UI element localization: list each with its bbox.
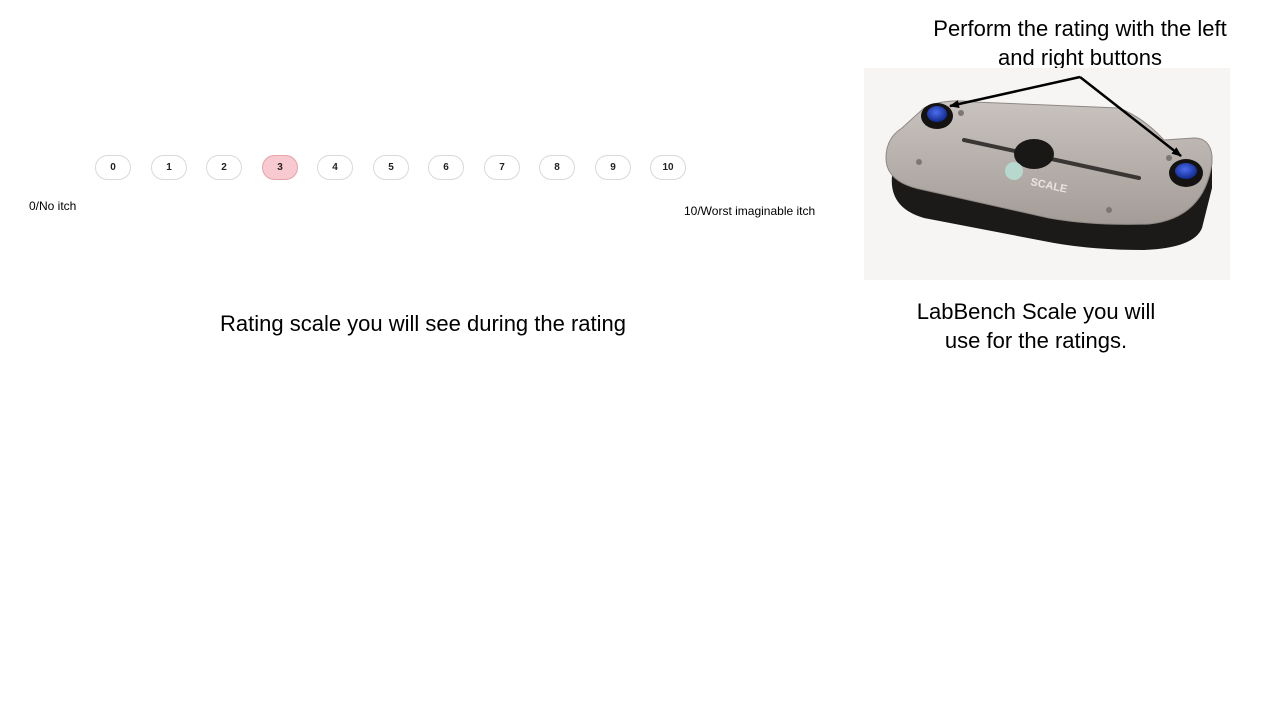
rating-option-7[interactable]: 7 — [484, 155, 520, 180]
high-anchor-label: 10/Worst imaginable itch — [684, 204, 816, 218]
instruction-text: Perform the rating with the left and rig… — [933, 16, 1227, 70]
rating-option-1[interactable]: 1 — [151, 155, 187, 180]
rating-scale-caption: Rating scale you will see during the rat… — [220, 311, 627, 336]
low-anchor-label: 0/No itch — [29, 199, 77, 213]
labbench-scale-device-image: SCALE — [864, 68, 1230, 280]
rating-option-8[interactable]: 8 — [539, 155, 575, 180]
rating-option-9[interactable]: 9 — [595, 155, 631, 180]
rating-option-3[interactable]: 3 — [262, 155, 298, 180]
device-caption: LabBench Scale you will use for the rati… — [916, 299, 1156, 353]
rating-option-2[interactable]: 2 — [206, 155, 242, 180]
left-button-icon — [927, 106, 947, 122]
rating-option-10[interactable]: 10 — [650, 155, 686, 180]
right-button-icon — [1175, 163, 1197, 179]
rating-option-0[interactable]: 0 — [95, 155, 131, 180]
rating-option-5[interactable]: 5 — [373, 155, 409, 180]
rating-option-6[interactable]: 6 — [428, 155, 464, 180]
rating-option-4[interactable]: 4 — [317, 155, 353, 180]
